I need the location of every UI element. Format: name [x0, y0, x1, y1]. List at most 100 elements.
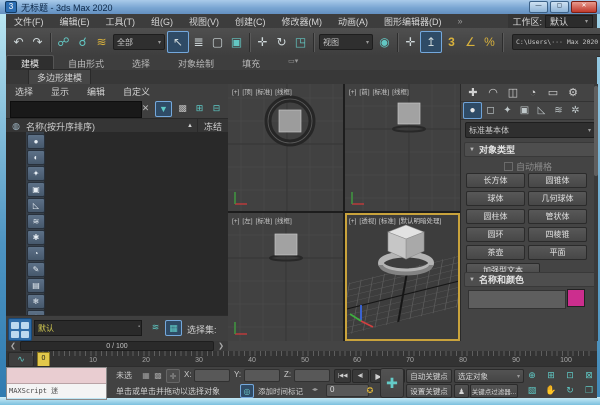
menu-animation[interactable]: 动画(A) — [330, 15, 376, 28]
viewport-shading-label[interactable]: [线框] — [392, 89, 409, 96]
absolute-mode-icon[interactable]: ✛ — [166, 369, 180, 383]
select-object-button[interactable]: ↖ — [167, 31, 189, 53]
link-button[interactable]: ☍ — [54, 32, 73, 52]
viewport-shading-label[interactable]: [线框] — [275, 89, 292, 96]
viewport-view-label[interactable]: [顶] — [242, 89, 252, 96]
column-name-label[interactable]: 名称(按升序排序) — [26, 120, 187, 133]
snap-toggle-button[interactable]: ✛ — [401, 32, 420, 52]
lights-category-button[interactable]: ✦ — [499, 103, 516, 118]
viewport-menu-label[interactable]: [+] — [232, 89, 239, 96]
display-lights-icon[interactable]: ✦ — [27, 166, 45, 181]
next-frame-button[interactable]: ❯ — [214, 342, 228, 350]
viewport-front-labels[interactable]: [+] [前] [标准] [线框] — [349, 86, 412, 96]
ribbon-overflow-icon[interactable]: ▭▾ — [274, 56, 312, 70]
y-coordinate-field[interactable] — [244, 369, 280, 382]
viewport-perspective[interactable]: [+] [透视] [标准] [默认明暗处理] — [345, 213, 460, 341]
title-bar[interactable]: 3 无标题 - 3ds Max 2020 — ▢ ✕ — [0, 0, 600, 14]
maximize-button[interactable]: ▢ — [550, 1, 569, 13]
tube-button[interactable]: 管状体 — [528, 209, 587, 224]
viewport-view-label[interactable]: [左] — [242, 218, 252, 225]
display-cameras-icon[interactable]: ▣ — [27, 182, 45, 197]
create-tab[interactable]: ✚ — [463, 85, 483, 101]
selection-set-mode-icon[interactable]: ▦ — [165, 320, 182, 336]
explorer-menu-edit[interactable]: 编辑 — [78, 85, 114, 98]
select-by-name-button[interactable]: ≣ — [189, 32, 208, 52]
pyramid-button[interactable]: 四棱锥 — [528, 227, 587, 242]
viewport-renderer-label[interactable]: [标准] — [373, 89, 390, 96]
filter-icon[interactable]: ▼ — [155, 101, 172, 117]
time-slider-track[interactable]: 0 10 20 30 40 50 60 70 80 90 100 — [32, 351, 594, 367]
ribbon-tab-object-paint[interactable]: 对象绘制 — [164, 56, 228, 70]
undo-button[interactable]: ↶ — [9, 32, 28, 52]
orbit-icon[interactable]: ↻ — [562, 384, 578, 396]
set-key-button[interactable]: 设置关键点 — [406, 384, 452, 398]
viewport-menu-label[interactable]: [+] — [349, 218, 356, 225]
display-helpers-icon[interactable]: ◺ — [27, 198, 45, 213]
ribbon-tab-populate[interactable]: 填充 — [228, 56, 274, 70]
collapse-all-icon[interactable]: ⊟ — [209, 101, 224, 115]
cone-button[interactable]: 圆锥体 — [528, 173, 587, 188]
modify-tab[interactable]: ◠ — [483, 85, 503, 101]
explorer-search-input[interactable] — [10, 101, 142, 118]
menu-tools[interactable]: 工具(T) — [98, 15, 144, 28]
primitive-category-dropdown[interactable]: 标准基本体 ▾ — [465, 122, 595, 138]
selection-filter-dropdown[interactable]: 全部 ▾ — [113, 34, 165, 50]
motion-tab[interactable]: ◔ — [523, 85, 543, 101]
reference-coordinate-dropdown[interactable]: 视图 ▾ — [319, 34, 373, 50]
viewport-left-labels[interactable]: [+] [左] [标准] [线框] — [232, 215, 295, 225]
menu-edit[interactable]: 编辑(E) — [52, 15, 98, 28]
torus-button[interactable]: 圆环 — [466, 227, 525, 242]
expand-all-icon[interactable]: ⊞ — [192, 101, 207, 115]
menu-create[interactable]: 创建(C) — [227, 15, 274, 28]
set-keys-button[interactable]: ✚ — [380, 368, 404, 398]
ribbon-tab-modeling[interactable]: 建模 — [6, 55, 55, 70]
selection-lock-icon[interactable]: ▦ — [140, 369, 152, 381]
maxscript-listener-pane[interactable]: MAXScript 迷 — [7, 384, 106, 398]
viewport-perspective-labels[interactable]: [+] [透视] [标准] [默认明暗处理] — [349, 215, 444, 225]
lock-toggle-icon[interactable]: ▩ — [152, 369, 164, 381]
sphere-button[interactable]: 球体 — [466, 191, 525, 206]
display-containers-icon[interactable]: ▤ — [27, 278, 45, 293]
search-clear-icon[interactable]: ✕ — [138, 101, 153, 115]
display-spacewarps-icon[interactable]: ≋ — [27, 214, 45, 229]
pivot-center-button[interactable]: ◉ — [375, 32, 394, 52]
snap-3d-button[interactable]: 3 — [442, 32, 461, 52]
menu-file[interactable]: 文件(F) — [6, 15, 52, 28]
rotate-button[interactable]: ↻ — [272, 32, 291, 52]
frame-spinner-arrows-icon[interactable]: ◂▸ — [312, 386, 318, 393]
viewport-menu-label[interactable]: [+] — [349, 89, 356, 96]
maximize-viewport-icon[interactable]: ❒ — [581, 384, 597, 396]
angle-snap-button[interactable]: ∠ — [461, 32, 480, 52]
viewport-renderer-label[interactable]: [标准] — [256, 218, 273, 225]
unlink-button[interactable]: ☌ — [73, 32, 92, 52]
workspace-selector[interactable]: 工作区: 默认 ▾ — [508, 14, 597, 28]
add-time-tag[interactable]: 添加时间标记 — [258, 386, 303, 397]
zoom-icon[interactable]: ⊕ — [524, 369, 540, 381]
zoom-extents-icon[interactable]: ⊡ — [562, 369, 578, 381]
ribbon-tab-freeform[interactable]: 自由形式 — [54, 56, 118, 70]
systems-category-button[interactable]: ✲ — [567, 103, 584, 118]
minimize-button[interactable]: — — [529, 1, 548, 13]
display-tab[interactable]: ▭ — [543, 85, 563, 101]
use-center-button[interactable]: ↥ — [420, 31, 442, 53]
geosphere-button[interactable]: 几何球体 — [528, 191, 587, 206]
helpers-category-button[interactable]: ◺ — [533, 103, 550, 118]
z-coordinate-field[interactable] — [294, 369, 330, 382]
pan-icon[interactable]: ✋ — [543, 384, 559, 396]
zoom-all-icon[interactable]: ⊞ — [543, 369, 559, 381]
viewport-left-canvas[interactable] — [228, 213, 343, 341]
ribbon-tab-selection[interactable]: 选择 — [118, 56, 164, 70]
menu-overflow-chevron[interactable]: » — [450, 16, 471, 26]
geometry-category-button[interactable]: ● — [463, 102, 482, 119]
rect-region-button[interactable]: ▢ — [208, 32, 227, 52]
plane-button[interactable]: 平面 — [528, 245, 587, 260]
lock-icon[interactable]: ▩ — [175, 101, 190, 115]
cameras-category-button[interactable]: ▣ — [516, 103, 533, 118]
column-frozen-label[interactable]: 冻结 — [196, 119, 228, 133]
menu-modifiers[interactable]: 修改器(M) — [274, 15, 331, 28]
time-slider-handle[interactable]: 0 — [37, 352, 50, 367]
key-mode-icon[interactable]: ✪ — [364, 384, 376, 396]
mini-curve-editor-button[interactable]: ∿ — [8, 352, 34, 367]
zoom-region-icon[interactable]: ▧ — [524, 384, 540, 396]
viewport-layout-button[interactable] — [8, 318, 32, 341]
